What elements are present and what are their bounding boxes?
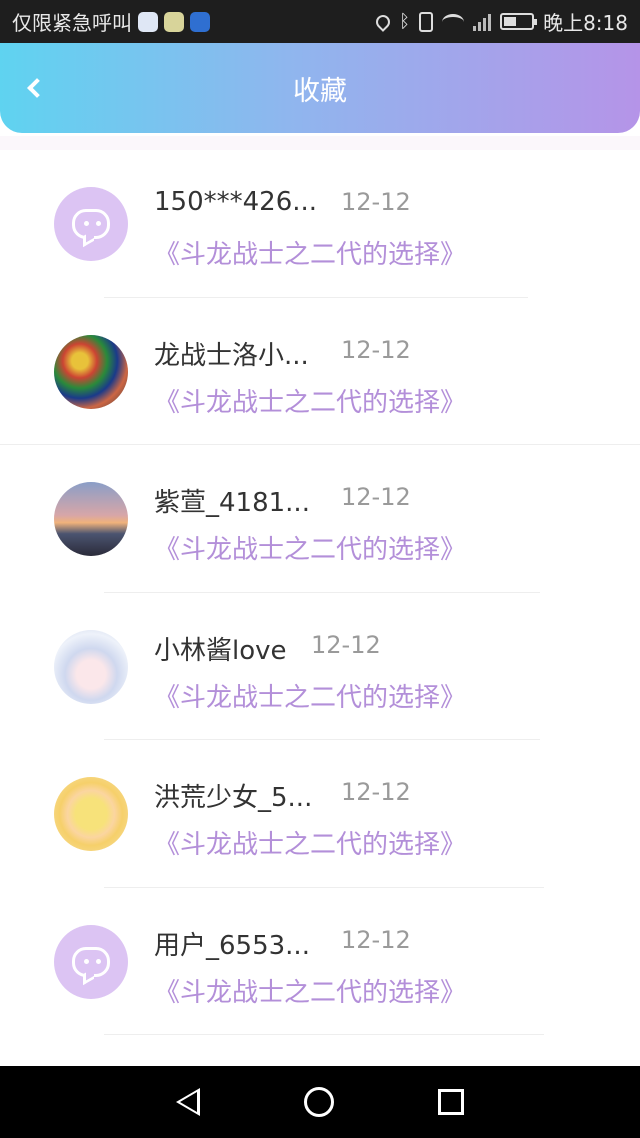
battery-icon — [500, 13, 538, 30]
chevron-left-icon — [27, 78, 47, 98]
system-nav-bar — [0, 1066, 640, 1138]
book-title[interactable]: 《斗龙战士之二代的选择》 — [154, 824, 466, 861]
chat-icon — [164, 11, 184, 32]
date-label: 12-12 — [311, 630, 381, 659]
chat-bubble-icon — [72, 946, 110, 977]
vibrate-icon — [419, 11, 434, 32]
avatar[interactable] — [54, 629, 128, 704]
divider — [104, 1034, 544, 1035]
date-label: 12-12 — [341, 335, 411, 364]
header-bar: 收藏 — [0, 43, 640, 133]
avatar[interactable] — [54, 924, 128, 999]
nav-recent-icon[interactable] — [438, 1089, 464, 1115]
date-label: 12-12 — [341, 188, 411, 216]
book-title[interactable]: 《斗龙战士之二代的选择》 — [154, 972, 466, 1009]
list-item[interactable]: 小林酱love 12-12 《斗龙战士之二代的选择》 — [0, 593, 640, 740]
carrier-status-text: 仅限紧急呼叫 — [12, 11, 132, 35]
location-icon — [373, 11, 394, 32]
list-item[interactable]: 150***426... 12-12 《斗龙战士之二代的选择》 — [0, 150, 640, 298]
favorites-list: 150***426... 12-12 《斗龙战士之二代的选择》 龙战士洛小...… — [0, 136, 640, 1035]
signal-icon — [473, 13, 492, 31]
status-time: 晚上8:18 — [543, 11, 628, 35]
avatar[interactable] — [54, 187, 128, 261]
nav-back-icon[interactable] — [176, 1088, 200, 1116]
user-name: 龙战士洛小... — [154, 340, 309, 371]
list-item[interactable]: 龙战士洛小... 12-12 《斗龙战士之二代的选择》 — [0, 298, 640, 445]
date-label: 12-12 — [341, 483, 411, 511]
list-item[interactable]: 用户_6553... 12-12 《斗龙战士之二代的选择》 — [0, 888, 640, 1035]
list-item[interactable]: 洪荒少女_5... 12-12 《斗龙战士之二代的选择》 — [0, 740, 640, 888]
bluetooth-icon: ᛒ — [399, 11, 411, 32]
book-title[interactable]: 《斗龙战士之二代的选择》 — [154, 677, 466, 714]
book-title[interactable]: 《斗龙战士之二代的选择》 — [154, 234, 466, 271]
nav-home-icon[interactable] — [304, 1087, 334, 1117]
avatar[interactable] — [54, 482, 128, 556]
date-label: 12-12 — [341, 778, 411, 806]
page-title: 收藏 — [293, 75, 347, 107]
status-bar: 仅限紧急呼叫 ᛒ 晚上8:18 — [0, 0, 640, 43]
date-label: 12-12 — [341, 925, 411, 954]
book-title[interactable]: 《斗龙战士之二代的选择》 — [154, 382, 466, 419]
shield-icon — [190, 11, 210, 32]
user-name: 紫萱_4181... — [154, 488, 310, 518]
list-item[interactable]: 紫萱_4181... 12-12 《斗龙战士之二代的选择》 — [0, 445, 640, 593]
favorites-screen: 仅限紧急呼叫 ᛒ 晚上8:18 收藏 150***426... 12-12 《斗… — [0, 0, 640, 1138]
avatar[interactable] — [54, 777, 128, 851]
user-name: 150***426... — [154, 187, 318, 217]
baidu-icon — [138, 11, 158, 32]
back-button[interactable] — [14, 65, 54, 111]
avatar[interactable] — [54, 334, 128, 409]
user-name: 洪荒少女_5... — [154, 783, 313, 813]
book-title[interactable]: 《斗龙战士之二代的选择》 — [154, 529, 466, 566]
wifi-icon — [442, 13, 465, 30]
user-name: 小林酱love — [154, 635, 287, 666]
chat-bubble-icon — [72, 209, 110, 239]
user-name: 用户_6553... — [154, 930, 310, 961]
